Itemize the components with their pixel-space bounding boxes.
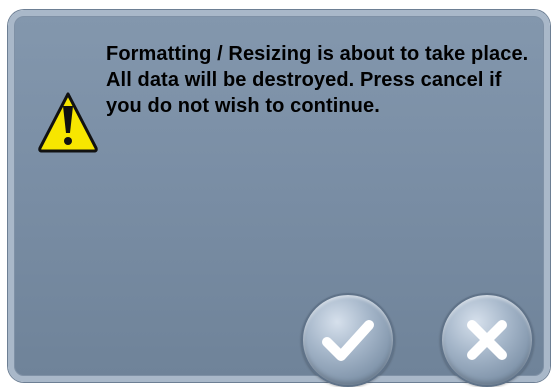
warning-icon (36, 90, 100, 154)
confirm-button[interactable] (301, 293, 395, 387)
checkmark-icon (322, 320, 374, 361)
dialog-message: Formatting / Resizing is about to take p… (106, 43, 529, 117)
close-icon (467, 320, 507, 360)
cancel-button[interactable] (440, 293, 534, 387)
confirmation-dialog: Formatting / Resizing is about to take p… (8, 10, 550, 387)
screen: Formatting / Resizing is about to take p… (0, 0, 558, 387)
